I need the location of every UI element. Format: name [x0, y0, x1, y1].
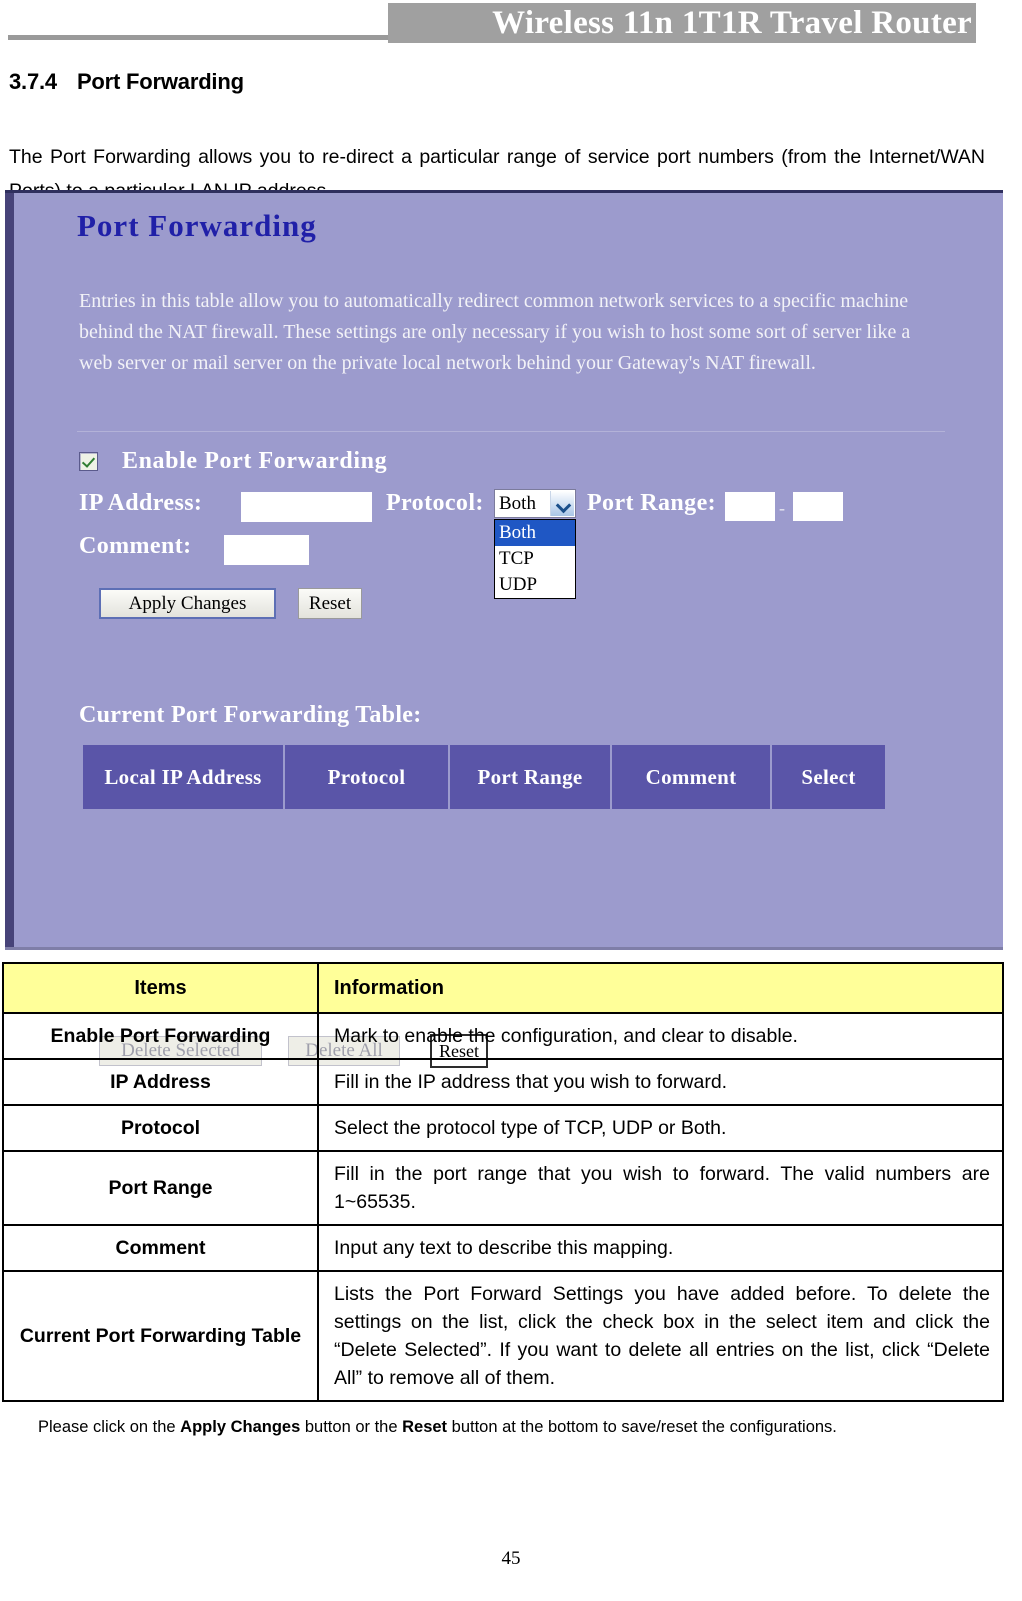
router-panel-divider	[77, 431, 945, 432]
section-number: 3.7.4	[9, 69, 57, 94]
protocol-label: Protocol:	[386, 490, 484, 516]
footnote-text: Please click on the Apply Changes button…	[38, 1416, 968, 1438]
header-banner-title: Wireless 11n 1T1R Travel Router	[388, 3, 976, 43]
item-name: Port Range	[2, 1150, 319, 1226]
table-row: Enable Port Forwarding Mark to enable th…	[2, 1012, 1004, 1060]
column-header-select: Select	[772, 745, 885, 809]
item-description: Input any text to describe this mapping.	[317, 1224, 1004, 1272]
table-row: Protocol Select the protocol type of TCP…	[2, 1104, 1004, 1152]
ip-address-input[interactable]	[241, 492, 372, 522]
item-name: Enable Port Forwarding	[2, 1012, 319, 1060]
items-information-table: Items Information Enable Port Forwarding…	[2, 962, 1004, 1402]
table-row: Current Port Forwarding Table Lists the …	[2, 1270, 1004, 1402]
chevron-down-icon[interactable]	[550, 491, 574, 516]
column-header-protocol: Protocol	[285, 745, 448, 809]
footnote-suffix: button at the bottom to save/reset the c…	[447, 1418, 837, 1436]
item-name: IP Address	[2, 1058, 319, 1106]
reset-button[interactable]: Reset	[298, 588, 362, 619]
comment-label: Comment:	[79, 533, 192, 559]
column-header-port-range: Port Range	[450, 745, 610, 809]
enable-port-forwarding-label: Enable Port Forwarding	[122, 448, 388, 474]
router-config-screenshot: Port Forwarding Entries in this table al…	[5, 190, 1003, 1068]
ip-address-label: IP Address:	[79, 490, 203, 516]
table-row: Port Range Fill in the port range that y…	[2, 1150, 1004, 1226]
table-header-row: Local IP Address Protocol Port Range Com…	[83, 745, 885, 809]
page-number: 45	[501, 1548, 521, 1569]
port-range-to-input[interactable]	[793, 492, 843, 521]
router-panel-title: Port Forwarding	[77, 208, 317, 243]
protocol-select-wrapper[interactable]: Both Both TCP UDP	[494, 489, 576, 599]
item-name: Comment	[2, 1224, 319, 1272]
table-row: IP Address Fill in the IP address that y…	[2, 1058, 1004, 1106]
desc-table-header-row: Items Information	[2, 962, 1004, 1014]
item-description: Mark to enable the configuration, and cl…	[317, 1012, 1004, 1060]
protocol-selected-value: Both	[499, 492, 536, 514]
item-description: Lists the Port Forward Settings you have…	[317, 1270, 1004, 1402]
protocol-option-list[interactable]: Both TCP UDP	[494, 519, 576, 599]
desc-column-header-information: Information	[317, 962, 1004, 1014]
port-range-separator: -	[779, 498, 785, 518]
router-panel-description: Entries in this table allow you to autom…	[79, 290, 911, 374]
section-title: Port Forwarding	[76, 69, 244, 94]
protocol-option-udp[interactable]: UDP	[495, 572, 575, 598]
column-header-local-ip-address: Local IP Address	[83, 745, 283, 809]
footnote-bold-apply: Apply Changes	[180, 1418, 301, 1436]
protocol-select[interactable]: Both	[494, 489, 576, 518]
apply-changes-button[interactable]: Apply Changes	[99, 588, 276, 619]
column-header-comment: Comment	[612, 745, 770, 809]
port-range-label: Port Range:	[587, 490, 717, 516]
item-description: Fill in the port range that you wish to …	[317, 1150, 1004, 1226]
protocol-option-both[interactable]: Both	[495, 520, 575, 546]
port-range-from-input[interactable]	[725, 492, 775, 521]
item-description: Fill in the IP address that you wish to …	[317, 1058, 1004, 1106]
current-table-caption: Current Port Forwarding Table:	[79, 702, 422, 728]
comment-input[interactable]	[224, 535, 309, 565]
page-title: 3.7.4 Port Forwarding	[9, 69, 244, 95]
table-row: Comment Input any text to describe this …	[2, 1224, 1004, 1272]
enable-port-forwarding-row[interactable]: Enable Port Forwarding	[79, 448, 387, 475]
item-name: Current Port Forwarding Table	[2, 1270, 319, 1402]
screenshot-left-accent-bar	[5, 193, 14, 947]
item-description: Select the protocol type of TCP, UDP or …	[317, 1104, 1004, 1152]
document-running-header: Wireless 11n 1T1R Travel Router	[0, 0, 1022, 48]
footnote-prefix: Please click on the	[38, 1418, 181, 1436]
protocol-option-tcp[interactable]: TCP	[495, 546, 575, 572]
item-name: Protocol	[2, 1104, 319, 1152]
footnote-bold-reset: Reset	[402, 1418, 448, 1436]
current-port-forwarding-table: Local IP Address Protocol Port Range Com…	[81, 743, 887, 811]
checkbox-checked-icon[interactable]	[79, 452, 98, 471]
desc-column-header-items: Items	[2, 962, 319, 1014]
footnote-middle: button or the	[300, 1418, 403, 1436]
